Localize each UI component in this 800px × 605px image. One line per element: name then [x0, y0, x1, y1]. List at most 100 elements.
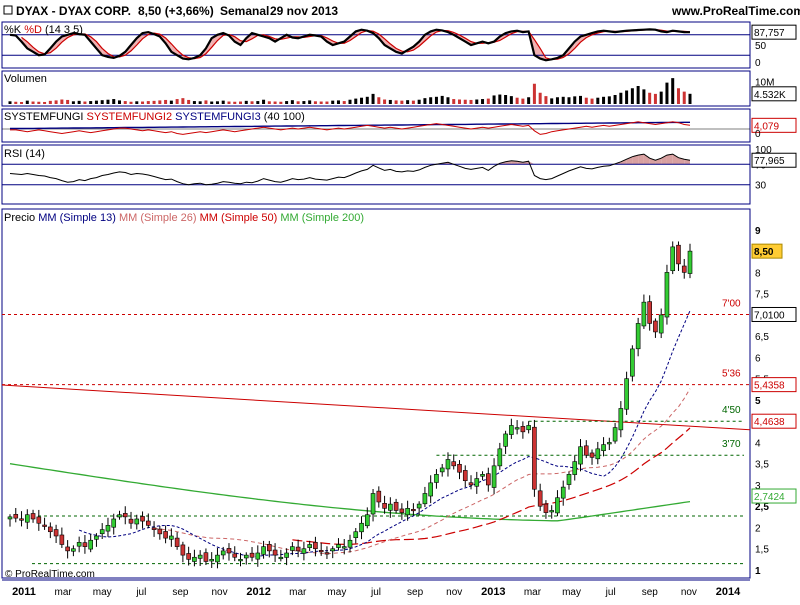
stoch-title-part: (14 3 5) [45, 24, 83, 36]
candle-body [636, 323, 640, 348]
rsi-title-part: (14) [25, 148, 45, 160]
candle-body [400, 509, 404, 513]
volume-bar [176, 99, 179, 104]
stoch-last-badge-text: 87,757 [754, 28, 785, 39]
candle-body [492, 466, 496, 488]
candle-body [135, 519, 139, 524]
volume-bar [458, 100, 461, 105]
candle-body [475, 479, 479, 487]
candle-body [515, 428, 519, 430]
x-axis-label: jul [605, 587, 616, 598]
x-axis-label: mar [524, 587, 542, 598]
stoch-title-part: %D [24, 24, 45, 36]
volume-bar [683, 92, 686, 104]
level-badge-536-text: 5,4358 [754, 381, 785, 392]
price-tick: 2 [755, 523, 761, 534]
price-tick: 9 [755, 226, 761, 237]
volume-bar [441, 96, 444, 104]
volume-bar [481, 99, 484, 104]
candle-body [285, 553, 289, 557]
candle-body [313, 542, 317, 548]
candle-body [642, 302, 646, 326]
volume-bar [349, 100, 352, 104]
candle-body [567, 474, 571, 484]
candle-body [377, 491, 381, 502]
candle-body [532, 427, 536, 489]
candle-body [164, 531, 168, 538]
candle-body [227, 548, 231, 553]
volume-bar [637, 86, 640, 104]
volume-bar [648, 93, 651, 104]
volume-bar [567, 97, 570, 104]
candle-body [20, 519, 24, 521]
volume-bar [222, 101, 225, 104]
header-period: Semanal [220, 4, 269, 18]
stoch-tick-50: 50 [755, 41, 767, 52]
volume-bar [665, 83, 668, 104]
volume-bar [210, 102, 213, 104]
candle-body [613, 428, 617, 442]
volume-bar [43, 102, 46, 104]
candle-body [360, 523, 364, 532]
candle-body [25, 515, 29, 522]
volume-bar [193, 101, 196, 104]
systemfungi-tick-0: 0 [755, 129, 761, 140]
price-title: Precio MM (Simple 13) MM (Simple 26) MM … [4, 212, 364, 224]
volume-bar [268, 101, 271, 104]
candle-body [538, 491, 542, 506]
price-legend-item: MM [119, 212, 140, 224]
volume-bar [20, 102, 23, 104]
volume-bar [423, 98, 426, 104]
candle-body [555, 498, 559, 513]
candle-body [607, 442, 611, 444]
volume-bar [118, 100, 121, 104]
candle-body [550, 510, 554, 512]
volume-bar [337, 100, 340, 104]
candle-body [77, 542, 81, 546]
candle-body [14, 514, 18, 518]
volume-bar [135, 101, 138, 104]
price-legend-item: MM [200, 212, 221, 224]
candle-body [296, 547, 300, 551]
volume-bar [372, 94, 375, 104]
candle-body [411, 509, 415, 511]
candle-body [665, 272, 669, 317]
volume-bar [153, 101, 156, 104]
volume-bar [124, 101, 127, 104]
volume-bar [181, 98, 184, 104]
volume-bar [671, 78, 674, 104]
candle-body [573, 462, 577, 475]
volume-bar [164, 100, 167, 104]
volume-bar [562, 97, 565, 104]
price-tick: 1 [755, 566, 761, 577]
volume-bar [689, 94, 692, 104]
candle-body [602, 445, 606, 451]
rsi-last-badge: 77,965 [752, 153, 796, 167]
candle-body [302, 549, 306, 554]
price-tick: 3,5 [755, 460, 769, 471]
x-axis-label: mar [54, 587, 72, 598]
volume-bar [245, 101, 248, 104]
candle-body [169, 536, 173, 539]
volume-bar [642, 89, 645, 104]
x-axis-label: may [93, 587, 112, 598]
header-price-change: 8,50 (+3,66%) [138, 4, 214, 18]
candle-body [215, 555, 219, 562]
candle-body [671, 247, 675, 271]
candle-body [417, 504, 421, 508]
chart-canvas: DYAX - DYAX CORP. 8,50 (+3,66%) Semanal … [0, 0, 800, 600]
candle-body [256, 553, 260, 559]
candle-body [106, 525, 110, 531]
candle-body [158, 529, 162, 534]
volume-bar [585, 98, 588, 104]
volume-bar [158, 100, 161, 104]
candle-body [394, 502, 398, 510]
candle-body [210, 559, 214, 561]
header-symbol: DYAX - DYAX CORP. [16, 4, 131, 18]
level-badge-700: 7,0100 [752, 307, 796, 321]
candle-body [262, 547, 266, 555]
volume-bar [395, 100, 398, 104]
candle-body [504, 434, 508, 446]
menu-icon[interactable] [4, 6, 12, 14]
candle-body [509, 425, 513, 434]
